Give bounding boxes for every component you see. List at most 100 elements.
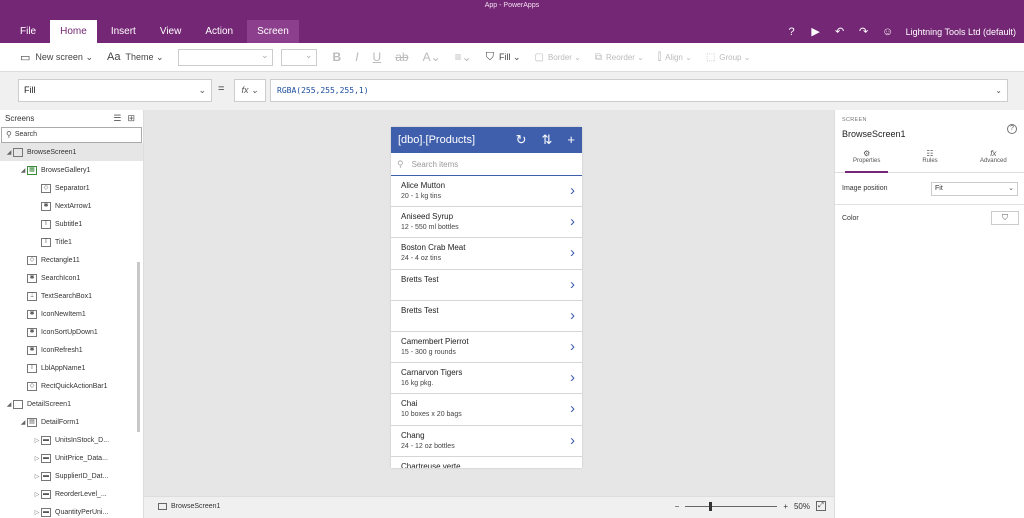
chevron-right-icon[interactable]: › [570,183,575,198]
tree-item[interactable]: ◇ Separator1 [0,179,143,197]
tree-item[interactable]: ◇ RectQuickActionBar1 [0,377,143,395]
tree-item[interactable]: ◢ BrowseScreen1 [0,143,143,161]
fit-to-window-icon[interactable]: ⤢ [816,501,826,511]
tree-item[interactable]: ✱ IconNewItem1 [0,305,143,323]
user-icon[interactable]: ☺ [882,26,894,38]
align-button[interactable]: ⫿ Align ⌄ [658,52,692,63]
border-button[interactable]: ▢ Border ⌄ [534,52,580,63]
group-button[interactable]: ⬚ Group ⌄ [706,52,751,63]
reorder-button[interactable]: ⧉ Reorder ⌄ [595,52,644,63]
chevron-right-icon[interactable]: › [570,277,575,292]
chevron-right-icon[interactable]: › [570,339,575,354]
gallery-item[interactable]: Aniseed Syrup 12 - 550 ml bottles › [391,207,582,239]
app-title[interactable]: [dbo].[Products] [398,134,475,146]
chevron-down-icon[interactable]: ⌄ [995,80,1002,101]
list-view-icon[interactable]: ☰ [113,113,121,124]
search-items-input[interactable]: ⚲ Search items [391,153,582,176]
gallery-item[interactable]: Camembert Pierrot 15 - 300 g rounds › [391,332,582,364]
tree-item[interactable]: T Subtitle1 [0,215,143,233]
image-position-dropdown[interactable]: Fit ⌄ [931,182,1018,196]
font-color-icon[interactable]: A⌄ [423,50,441,64]
tree-item[interactable]: T LblAppName1 [0,359,143,377]
underline-icon[interactable]: U [373,50,382,64]
tab-screen[interactable]: Screen [247,20,299,43]
chevron-right-icon[interactable]: › [570,214,575,229]
property-dropdown[interactable]: Fill ⌄ [18,79,212,102]
expand-arrow-icon[interactable]: ▷ [33,473,41,480]
gallery-item[interactable]: Bretts Test › [391,270,582,301]
undo-icon[interactable]: ↶ [834,25,846,38]
gallery-item[interactable]: Carnarvon Tigers 16 kg pkg. › [391,363,582,395]
fill-button[interactable]: ⛉ Fill ⌄ [486,51,521,64]
play-icon[interactable]: ▶ [810,25,822,38]
tab-properties[interactable]: ⚙ Properties [835,146,898,173]
font-family-dropdown[interactable] [177,48,273,66]
zoom-slider[interactable] [685,501,778,511]
tab-home[interactable]: Home [50,20,97,43]
chevron-right-icon[interactable]: › [570,433,575,448]
help-icon[interactable]: ? [1007,124,1017,134]
chevron-right-icon[interactable]: › [570,401,575,416]
collapse-arrow-icon[interactable]: ◢ [5,149,13,156]
tree-item[interactable]: ▷ ▬ UnitsInStock_D... [0,431,143,449]
tab-view[interactable]: View [150,20,192,43]
redo-icon[interactable]: ↷ [858,25,870,38]
tree-item[interactable]: ▷ ▬ QuantityPerUni... [0,503,143,518]
tree-item[interactable]: ◇ Rectangle11 [0,251,143,269]
fx-button[interactable]: fx ⌄ [234,79,266,102]
chevron-right-icon[interactable]: › [570,245,575,260]
grid-view-icon[interactable]: ⊞ [127,113,135,124]
tab-action[interactable]: Action [195,20,243,43]
expand-arrow-icon[interactable]: ▷ [33,491,41,498]
tree-item[interactable]: ⌶ TextSearchBox1 [0,287,143,305]
zoom-in-button[interactable]: + [783,502,788,511]
refresh-icon[interactable]: ↻ [516,132,527,148]
tree-item[interactable]: ◢ ▦ BrowseGallery1 [0,161,143,179]
zoom-slider-thumb[interactable] [709,501,713,511]
tree-item[interactable]: ▷ ▬ SupplierID_Dat... [0,467,143,485]
help-icon[interactable]: ? [786,26,798,38]
chevron-right-icon[interactable]: › [570,464,575,468]
chevron-right-icon[interactable]: › [570,370,575,385]
sort-icon[interactable]: ⇅ [542,132,553,148]
add-icon[interactable]: + [567,132,575,148]
tree-item[interactable]: ✱ IconSortUpDown1 [0,323,143,341]
tab-rules[interactable]: ☷ Rules [898,146,961,172]
font-size-dropdown[interactable] [280,48,317,66]
expand-arrow-icon[interactable]: ▷ [33,437,41,444]
tree-item[interactable]: T Title1 [0,233,143,251]
chevron-right-icon[interactable]: › [570,308,575,323]
gallery-item[interactable]: Alice Mutton 20 - 1 kg tins › [391,176,582,208]
new-screen-button[interactable]: ▭ New screen ⌄ [20,51,93,64]
italic-icon[interactable]: I [355,50,358,64]
gallery-item[interactable]: Chai 10 boxes x 20 bags › [391,394,582,426]
selected-name[interactable]: BrowseScreen1 [842,129,906,139]
tab-file[interactable]: File [10,20,46,43]
tree-item[interactable]: ✱ SearchIcon1 [0,269,143,287]
theme-button[interactable]: Aa Theme ⌄ [107,51,164,63]
strikethrough-icon[interactable]: ab [395,50,408,64]
tree-item[interactable]: ◢ DetailScreen1 [0,395,143,413]
tab-advanced[interactable]: fx Advanced [962,146,1024,172]
design-canvas[interactable]: [dbo].[Products] ↻ ⇅ + ⚲ Search items Al… [144,110,834,496]
text-align-icon[interactable]: ≡⌄ [455,50,472,64]
expand-arrow-icon[interactable]: ▷ [33,509,41,516]
collapse-arrow-icon[interactable]: ◢ [19,167,27,174]
tree-item[interactable]: ✱ IconRefresh1 [0,341,143,359]
formula-input[interactable]: RGBA(255,255,255,1) ⌄ [270,79,1008,102]
color-picker[interactable]: ⛉ [991,211,1019,225]
zoom-out-button[interactable]: − [675,502,680,511]
account-name[interactable]: Lightning Tools Ltd (default) [906,27,1016,37]
tree-item[interactable]: ▷ ▬ UnitPrice_Data... [0,449,143,467]
tree-scrollbar[interactable] [137,262,140,432]
tab-insert[interactable]: Insert [101,20,146,43]
tree-item[interactable]: ✱ NextArrow1 [0,197,143,215]
collapse-arrow-icon[interactable]: ◢ [19,419,27,426]
tree-item[interactable]: ◢ ▤ DetailForm1 [0,413,143,431]
expand-arrow-icon[interactable]: ▷ [33,455,41,462]
current-screen-tag[interactable]: BrowseScreen1 [158,503,220,510]
gallery-item[interactable]: Bretts Test › [391,301,582,332]
tree-item[interactable]: ▷ ▬ ReorderLevel_... [0,485,143,503]
gallery-item[interactable]: Chang 24 - 12 oz bottles › [391,426,582,457]
bold-icon[interactable]: B [333,50,342,64]
